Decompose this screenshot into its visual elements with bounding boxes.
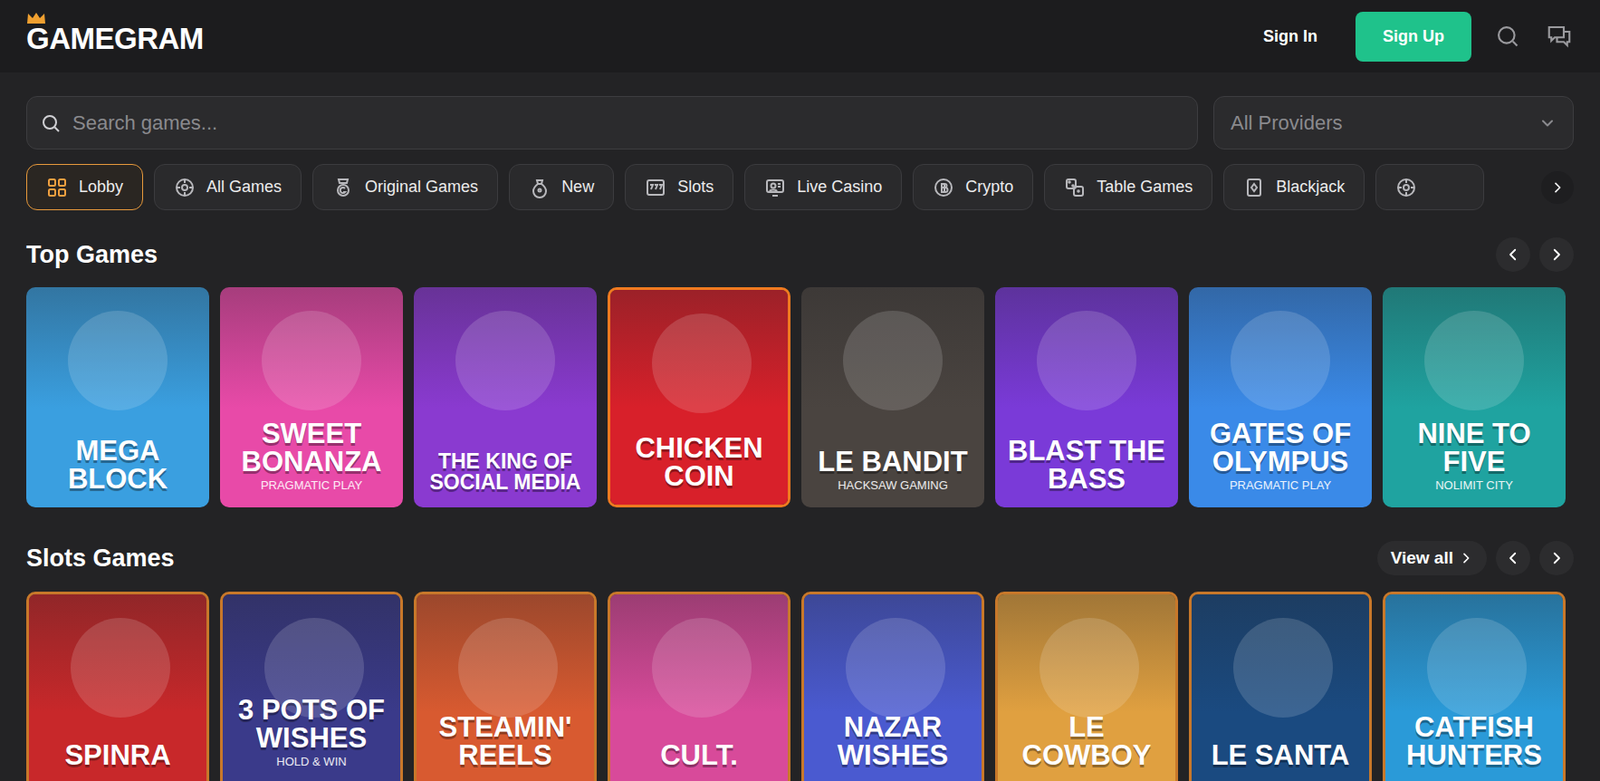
magnifier-icon bbox=[39, 112, 62, 135]
game-art-figure bbox=[651, 617, 752, 718]
game-card[interactable]: 3 POTS OF WISHESHOLD & WIN bbox=[220, 591, 403, 781]
game-card[interactable]: GATES OF OLYMPUSPRAGMATIC PLAY bbox=[1188, 287, 1372, 508]
category-chip[interactable]: Blackjack bbox=[1223, 163, 1365, 211]
game-art-figure bbox=[1233, 617, 1333, 718]
slot-machine-icon bbox=[644, 176, 667, 199]
category-chip[interactable]: Live Casino bbox=[744, 163, 902, 211]
slots-games-section: Slots GamesView allSPINRA3 POTS OF WISHE… bbox=[26, 539, 1574, 781]
dice-icon bbox=[1063, 176, 1086, 199]
game-card[interactable]: LE COWBOY bbox=[995, 591, 1179, 781]
game-card[interactable]: NAZAR WISHES bbox=[801, 591, 985, 781]
category-chip[interactable]: Original Games bbox=[312, 163, 499, 211]
game-art-figure bbox=[651, 313, 752, 413]
category-chip[interactable]: All Games bbox=[153, 163, 302, 211]
search-input[interactable] bbox=[72, 107, 1185, 138]
game-card[interactable]: BLAST THE BASS bbox=[995, 287, 1179, 508]
game-card[interactable]: LE SANTA bbox=[1188, 591, 1372, 781]
game-art-figure bbox=[845, 617, 946, 718]
category-chip[interactable]: Table Games bbox=[1044, 163, 1213, 211]
more-category-icon bbox=[1395, 176, 1418, 199]
game-art-figure bbox=[1424, 310, 1524, 411]
disc-icon bbox=[173, 176, 196, 199]
chevron-down-icon bbox=[1538, 114, 1557, 133]
game-card[interactable]: SWEET BONANZAPRAGMATIC PLAY bbox=[220, 287, 403, 508]
scroll-left-button[interactable] bbox=[1495, 540, 1531, 575]
game-art-figure bbox=[458, 617, 558, 718]
search-icon[interactable] bbox=[1494, 23, 1521, 49]
game-art-figure bbox=[70, 617, 171, 718]
crown-icon bbox=[27, 12, 46, 24]
bitcoin-icon bbox=[932, 176, 955, 199]
card-icon bbox=[1243, 176, 1265, 199]
game-card[interactable]: STEAMIN' REELS bbox=[413, 591, 597, 781]
game-card[interactable]: THE KING OF SOCIAL MEDIA bbox=[413, 287, 597, 508]
top-bar: GAMEGRAM Sign In Sign Up bbox=[0, 0, 1600, 73]
category-bar: LobbyAll GamesOriginal GamesNewSlotsLive… bbox=[26, 163, 1574, 211]
game-card[interactable]: CULT. bbox=[607, 591, 791, 781]
game-art-figure bbox=[261, 310, 362, 411]
game-card[interactable]: SPINRA bbox=[26, 591, 210, 781]
category-chip[interactable]: Slots bbox=[624, 163, 734, 211]
game-art-figure bbox=[1039, 617, 1140, 718]
game-card[interactable]: MEGA BLOCK bbox=[26, 287, 210, 508]
game-art-figure bbox=[67, 310, 168, 411]
category-chip-partial[interactable] bbox=[1375, 163, 1485, 211]
game-card[interactable]: CATFISH HUNTERS bbox=[1382, 591, 1566, 781]
game-card[interactable]: CHICKEN COIN bbox=[607, 287, 791, 508]
category-chip[interactable]: Crypto bbox=[912, 163, 1034, 211]
top-games-section: Top GamesMEGA BLOCKSWEET BONANZAPRAGMATI… bbox=[26, 236, 1574, 508]
game-art-figure bbox=[1427, 617, 1527, 718]
game-card[interactable]: LE BANDITHACKSAW GAMING bbox=[801, 287, 985, 508]
search-field[interactable] bbox=[26, 95, 1198, 150]
sign-in-button[interactable]: Sign In bbox=[1263, 24, 1318, 49]
game-art-figure bbox=[1036, 310, 1137, 411]
scroll-left-button[interactable] bbox=[1495, 237, 1531, 272]
live-dealer-icon bbox=[764, 176, 786, 199]
scroll-right-button[interactable] bbox=[1539, 540, 1574, 575]
chat-icon[interactable] bbox=[1545, 22, 1573, 50]
game-art-figure bbox=[843, 310, 943, 411]
scroll-right-button[interactable] bbox=[1539, 237, 1574, 272]
category-chip[interactable]: Lobby bbox=[26, 163, 144, 211]
game-art-figure bbox=[455, 310, 556, 411]
chevron-right-icon[interactable] bbox=[1541, 171, 1574, 204]
game-card[interactable]: NINE TO FIVENOLIMIT CITY bbox=[1382, 287, 1566, 508]
money-bag-icon bbox=[528, 176, 551, 199]
game-art-figure bbox=[1230, 310, 1331, 411]
category-chip[interactable]: New bbox=[508, 163, 614, 211]
chevron-right-icon bbox=[1458, 550, 1474, 566]
logo[interactable]: GAMEGRAM bbox=[26, 18, 204, 56]
sign-up-button[interactable]: Sign Up bbox=[1355, 11, 1472, 62]
original-badge-icon bbox=[332, 176, 355, 199]
view-all-button[interactable]: View all bbox=[1377, 540, 1487, 575]
grid-icon bbox=[46, 176, 68, 199]
providers-dropdown[interactable]: All Providers bbox=[1213, 95, 1574, 150]
